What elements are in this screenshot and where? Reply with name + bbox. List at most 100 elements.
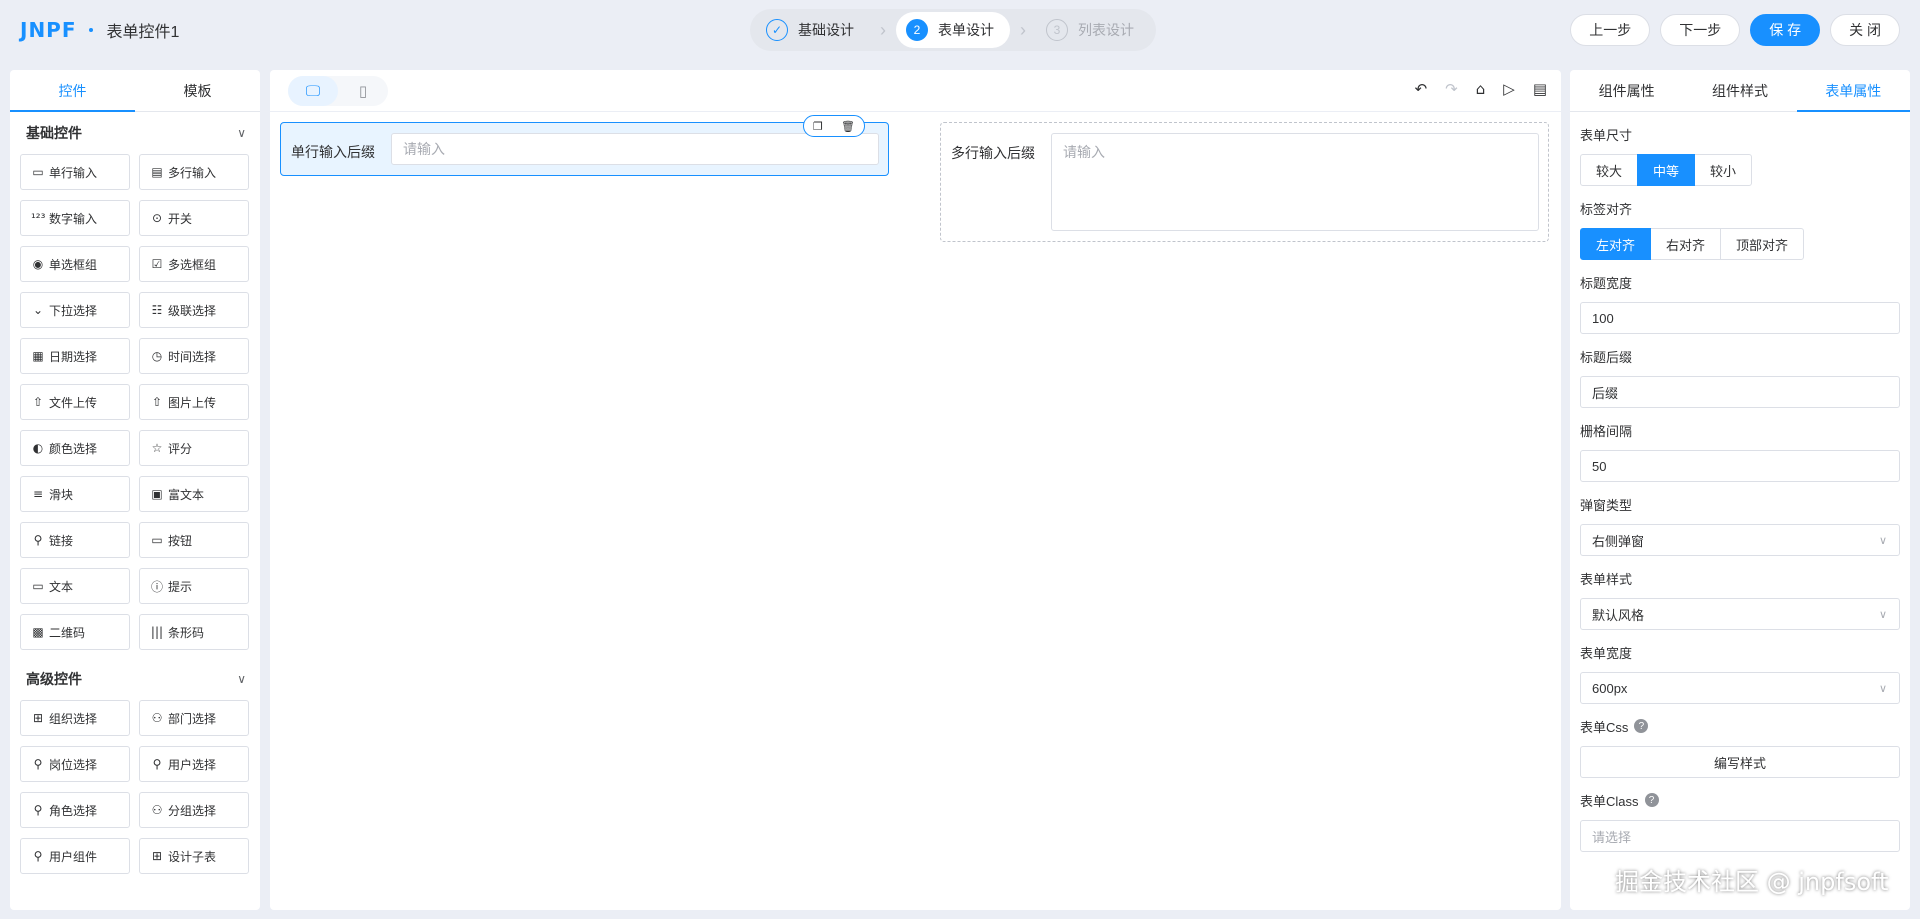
select-value: 右侧弹窗 xyxy=(1592,533,1645,549)
help-icon[interactable]: ? xyxy=(1634,719,1649,733)
component-item[interactable]: ⊞ 组织选择 xyxy=(20,700,130,736)
component-item[interactable]: ☑ 多选框组 xyxy=(139,246,249,282)
copy-icon[interactable]: ❐ xyxy=(813,120,823,133)
tab-component-style[interactable]: 组件样式 xyxy=(1683,70,1796,111)
help-icon[interactable]: ? xyxy=(1644,793,1659,807)
component-item[interactable]: ⚇ 部门选择 xyxy=(139,700,249,736)
component-icon: ⚲ xyxy=(33,533,43,547)
component-item[interactable]: ⇧ 文件上传 xyxy=(20,384,130,420)
step-list-design[interactable]: 3 列表设计 xyxy=(1036,12,1150,48)
field-multi-line-input[interactable]: 多行输入后缀 请输入 xyxy=(940,122,1549,242)
component-icon: ▭ xyxy=(151,533,163,547)
component-item[interactable]: ▣ 富文本 xyxy=(139,476,249,512)
prop-form-class: 表单Class ? 请选择 xyxy=(1580,792,1900,852)
component-item[interactable]: ◐ 颜色选择 xyxy=(20,430,130,466)
component-item[interactable]: ▦ 日期选择 xyxy=(20,338,130,374)
component-item[interactable]: ⊞ 设计子表 xyxy=(139,838,249,874)
component-item[interactable]: ⚲ 角色选择 xyxy=(20,792,130,828)
align-top-option[interactable]: 顶部对齐 xyxy=(1720,228,1805,260)
popup-type-select[interactable]: 右侧弹窗 ∨ xyxy=(1580,524,1900,556)
field-single-line-input[interactable]: 单行输入后缀 请输入 ❐ 🗑 xyxy=(280,115,889,176)
advanced-components-header[interactable]: 高级控件 ∨ xyxy=(10,658,260,700)
tab-components[interactable]: 控件 xyxy=(10,70,135,112)
json-icon[interactable]: ▤ xyxy=(1533,80,1547,98)
component-item[interactable]: ▭ 按钮 xyxy=(139,522,249,558)
undo-icon[interactable]: ↶ xyxy=(1415,80,1428,98)
component-item[interactable]: ☆ 评分 xyxy=(139,430,249,466)
desktop-icon[interactable]: 🖵 xyxy=(288,76,338,106)
single-line-input[interactable]: 请输入 xyxy=(391,133,879,165)
component-item[interactable]: ≡ 滑块 xyxy=(20,476,130,512)
form-style-select[interactable]: 默认风格 ∨ xyxy=(1580,598,1900,630)
component-icon: ⚲ xyxy=(33,757,43,771)
step-label: 表单设计 xyxy=(938,22,994,38)
component-item[interactable]: ⓘ 提示 xyxy=(139,568,249,604)
component-item[interactable]: ☷ 级联选择 xyxy=(139,292,249,328)
label-suffix-input[interactable]: 后缀 xyxy=(1580,376,1900,408)
component-icon: ¹²³ xyxy=(31,211,46,225)
close-button[interactable]: 关 闭 xyxy=(1830,14,1900,46)
component-item[interactable]: ▤ 多行输入 xyxy=(139,154,249,190)
component-label: 角色选择 xyxy=(49,803,98,818)
component-item[interactable]: ◉ 单选框组 xyxy=(20,246,130,282)
tab-form-props[interactable]: 表单属性 xyxy=(1796,70,1910,112)
component-item[interactable]: ¹²³ 数字输入 xyxy=(20,200,130,236)
size-large-option[interactable]: 较大 xyxy=(1580,154,1639,186)
clear-icon[interactable]: ⌂ xyxy=(1476,80,1486,98)
form-width-select[interactable]: 600px ∨ xyxy=(1580,672,1900,704)
preview-icon[interactable]: ▷ xyxy=(1503,80,1515,98)
form-class-select[interactable]: 请选择 xyxy=(1580,820,1900,852)
step-form-design[interactable]: 2 表单设计 xyxy=(896,12,1010,48)
component-item[interactable]: ⌄ 下拉选择 xyxy=(20,292,130,328)
component-item[interactable]: ▭ 文本 xyxy=(20,568,130,604)
component-icon: ⓘ xyxy=(150,579,163,594)
label-width-input[interactable]: 100 xyxy=(1580,302,1900,334)
component-item[interactable]: ⇧ 图片上传 xyxy=(139,384,249,420)
component-item[interactable]: ⚲ 用户组件 xyxy=(20,838,130,874)
component-item[interactable]: ▩ 二维码 xyxy=(20,614,130,650)
multi-line-textarea[interactable]: 请输入 xyxy=(1051,133,1539,231)
canvas-toolbar: 🖵 ▯ ↶ ↷ ⌂ ▷ ▤ xyxy=(270,70,1561,112)
prop-label-text: 表单Css xyxy=(1580,719,1629,735)
component-item[interactable]: ⊙ 开关 xyxy=(139,200,249,236)
write-style-button[interactable]: 编写样式 xyxy=(1580,746,1900,778)
component-item[interactable]: ◷ 时间选择 xyxy=(139,338,249,374)
component-icon: ⚲ xyxy=(33,849,43,863)
step-basic-design[interactable]: ✓ 基础设计 xyxy=(756,12,870,48)
component-item[interactable]: ⚲ 用户选择 xyxy=(139,746,249,782)
component-label: 二维码 xyxy=(49,625,86,640)
component-label: 岗位选择 xyxy=(49,757,98,772)
prev-step-button[interactable]: 上一步 xyxy=(1570,14,1651,46)
component-icon: ≡ xyxy=(32,487,44,501)
chevron-down-icon: ∨ xyxy=(1878,682,1887,695)
component-item[interactable]: ⚲ 链接 xyxy=(20,522,130,558)
component-label: 日期选择 xyxy=(49,349,98,364)
component-item[interactable]: ⚇ 分组选择 xyxy=(139,792,249,828)
align-right-option[interactable]: 右对齐 xyxy=(1650,228,1722,260)
component-item[interactable]: ||| 条形码 xyxy=(139,614,249,650)
redo-icon[interactable]: ↷ xyxy=(1445,80,1458,98)
component-icon: ▤ xyxy=(151,165,163,179)
chevron-down-icon: ∨ xyxy=(237,126,246,140)
component-label: 开关 xyxy=(168,211,193,226)
mobile-icon[interactable]: ▯ xyxy=(338,76,388,106)
component-label: 单选框组 xyxy=(49,257,98,272)
component-item[interactable]: ▭ 单行输入 xyxy=(20,154,130,190)
gutter-input[interactable]: 50 xyxy=(1580,450,1900,482)
size-small-option[interactable]: 较小 xyxy=(1694,154,1753,186)
watermark: 掘金技术社区 @ jnpfsoft xyxy=(1615,868,1889,896)
delete-icon[interactable]: 🗑 xyxy=(841,120,855,133)
save-button[interactable]: 保 存 xyxy=(1750,14,1821,46)
prop-label-suffix: 标题后缀 后缀 xyxy=(1580,348,1900,408)
component-icon: ⌄ xyxy=(32,303,44,317)
top-bar: JNPF 表单控件1 ✓ 基础设计 › 2 表单设计 › 3 列表设计 上一步 … xyxy=(0,0,1920,60)
next-step-button[interactable]: 下一步 xyxy=(1660,14,1741,46)
tab-templates[interactable]: 模板 xyxy=(135,70,260,111)
basic-components-header[interactable]: 基础控件 ∨ xyxy=(10,112,260,154)
field-label: 单行输入后缀 xyxy=(291,144,375,160)
align-left-option[interactable]: 左对齐 xyxy=(1580,228,1652,260)
tab-component-props[interactable]: 组件属性 xyxy=(1570,70,1683,111)
size-medium-option[interactable]: 中等 xyxy=(1637,154,1696,186)
component-item[interactable]: ⚲ 岗位选择 xyxy=(20,746,130,782)
component-label: 用户选择 xyxy=(168,757,217,772)
